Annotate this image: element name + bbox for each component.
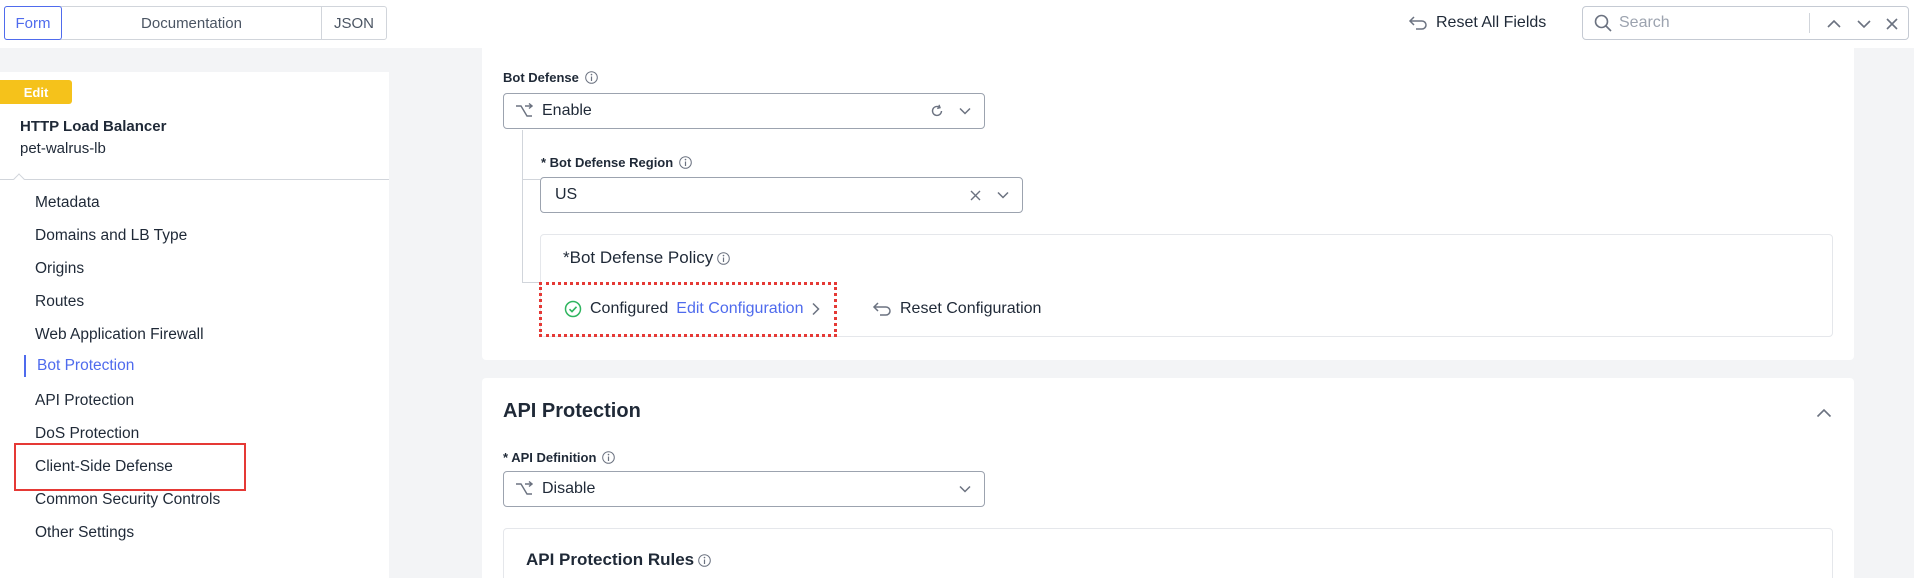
divider-notch <box>13 173 25 185</box>
reset-configuration-label: Reset Configuration <box>900 300 1042 317</box>
view-tabs: Form Documentation JSON <box>4 6 387 40</box>
refresh-icon[interactable] <box>928 102 946 120</box>
bot-defense-label: Bot Defense <box>503 70 598 85</box>
api-definition-select[interactable]: Disable <box>503 471 985 507</box>
chevron-down-icon[interactable] <box>956 102 974 120</box>
undo-icon <box>872 301 892 317</box>
info-icon[interactable] <box>679 156 692 169</box>
reset-all-label: Reset All Fields <box>1436 14 1547 31</box>
chevron-down-icon[interactable] <box>1854 14 1874 34</box>
tab-form[interactable]: Form <box>4 6 62 40</box>
search-divider <box>1809 13 1810 33</box>
reset-all-fields-button[interactable]: Reset All Fields <box>1408 12 1546 34</box>
api-definition-label: * API Definition <box>503 450 616 465</box>
sidebar-item-waf[interactable]: Web Application Firewall <box>35 324 204 346</box>
check-circle-icon <box>564 300 582 318</box>
sidebar-item-dos-protection[interactable]: DoS Protection <box>35 423 139 445</box>
tab-documentation[interactable]: Documentation <box>62 7 322 39</box>
sidebar-item-routes[interactable]: Routes <box>35 291 84 313</box>
info-icon[interactable] <box>717 251 731 265</box>
bot-defense-policy-title: *Bot Defense Policy <box>563 248 731 268</box>
bot-defense-label-text: Bot Defense <box>503 70 579 85</box>
bot-defense-value: Enable <box>542 102 592 119</box>
chevron-down-icon[interactable] <box>994 186 1012 204</box>
bot-defense-region-label: * Bot Defense Region <box>541 155 692 170</box>
chevron-right-icon[interactable] <box>811 302 821 316</box>
highlight-box-other-settings <box>14 443 246 491</box>
close-icon[interactable] <box>1882 14 1902 34</box>
policy-title-text: *Bot Defense Policy <box>563 248 714 267</box>
chevron-up-icon[interactable] <box>1824 14 1844 34</box>
sidebar-item-api-protection[interactable]: API Protection <box>35 390 134 412</box>
choice-icon <box>514 101 534 121</box>
sidebar-divider <box>0 179 389 180</box>
policy-status: Configured Edit Configuration <box>564 298 821 320</box>
edit-configuration-link[interactable]: Edit Configuration <box>676 300 803 318</box>
active-indicator <box>24 355 26 377</box>
sidebar-item-metadata[interactable]: Metadata <box>35 192 100 214</box>
bot-defense-region-select[interactable]: US <box>540 177 1023 213</box>
chevron-down-icon[interactable] <box>956 480 974 498</box>
bot-defense-select[interactable]: Enable <box>503 93 985 129</box>
search-box <box>1582 6 1909 40</box>
tab-json[interactable]: JSON <box>322 7 386 39</box>
chevron-up-icon[interactable] <box>1815 404 1833 422</box>
api-definition-value: Disable <box>542 480 596 497</box>
api-protection-title: API Protection <box>503 400 641 422</box>
bot-defense-region-value: US <box>555 186 578 203</box>
info-icon[interactable] <box>698 553 711 567</box>
object-type: HTTP Load Balancer <box>20 118 167 135</box>
sidebar-item-other-settings[interactable]: Other Settings <box>35 522 134 544</box>
sidebar: Edit HTTP Load Balancer pet-walrus-lb Me… <box>0 72 389 578</box>
reset-configuration-button[interactable]: Reset Configuration <box>872 298 1041 320</box>
tree-connector-branch <box>522 282 540 283</box>
tree-connector-branch <box>522 179 540 180</box>
bot-defense-region-label-text: * Bot Defense Region <box>541 155 674 170</box>
configured-status: Configured <box>590 300 669 317</box>
api-protection-rules-title: API Protection Rules <box>526 550 711 570</box>
clear-icon[interactable] <box>966 186 984 204</box>
sidebar-item-origins[interactable]: Origins <box>35 258 84 280</box>
search-input[interactable] <box>1619 14 1799 32</box>
info-icon[interactable] <box>602 451 616 464</box>
sidebar-item-bot-protection[interactable]: Bot Protection <box>37 355 134 377</box>
api-definition-label-text: * API Definition <box>503 450 597 465</box>
info-icon[interactable] <box>585 71 598 84</box>
undo-icon <box>1408 15 1428 31</box>
search-icon <box>1593 13 1613 33</box>
top-bar: Form Documentation JSON Reset All Fields <box>0 0 1914 48</box>
choice-icon <box>514 479 534 499</box>
edit-badge: Edit <box>0 80 72 104</box>
sidebar-item-common-security-controls[interactable]: Common Security Controls <box>35 489 220 511</box>
tree-connector <box>522 130 523 282</box>
rules-title-text: API Protection Rules <box>526 550 695 569</box>
object-name: pet-walrus-lb <box>20 140 106 157</box>
sidebar-item-domains-lb-type[interactable]: Domains and LB Type <box>35 225 187 247</box>
